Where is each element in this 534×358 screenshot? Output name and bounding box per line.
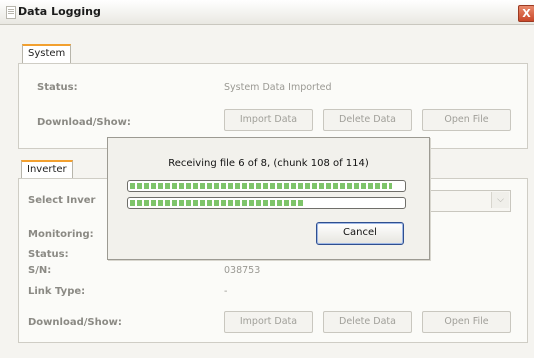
sn-value: 038753	[224, 265, 261, 276]
inverter-status-label: Status:	[28, 249, 69, 260]
data-logging-window: Data Logging X System Status: System Dat…	[0, 0, 534, 358]
system-open-file-button[interactable]: Open File	[422, 109, 511, 131]
chunk-progress-fill	[130, 200, 305, 206]
inverter-delete-data-button[interactable]: Delete Data	[323, 311, 412, 333]
progress-message: Receiving file 6 of 8, (chunk 108 of 114…	[168, 158, 369, 169]
link-type-label: Link Type:	[28, 286, 86, 297]
tab-system[interactable]: System	[22, 44, 72, 63]
inverter-import-data-button[interactable]: Import Data	[224, 311, 313, 333]
chevron-down-icon[interactable]: ⌵	[491, 192, 509, 208]
window-title: Data Logging	[18, 5, 101, 18]
chunk-progress-bar	[127, 197, 406, 209]
tab-inverter[interactable]: Inverter	[21, 160, 73, 179]
file-progress-bar	[127, 180, 406, 192]
system-import-data-button[interactable]: Import Data	[224, 109, 313, 131]
title-bar[interactable]: Data Logging X	[0, 0, 534, 25]
document-icon	[6, 6, 16, 19]
system-download-label: Download/Show:	[37, 117, 131, 128]
system-status-value: System Data Imported	[224, 82, 332, 93]
close-button[interactable]: X	[518, 5, 534, 22]
monitoring-label: Monitoring:	[28, 229, 94, 240]
file-progress-fill	[130, 183, 392, 189]
cancel-button[interactable]: Cancel	[316, 222, 404, 245]
progress-dialog: Receiving file 6 of 8, (chunk 108 of 114…	[107, 137, 430, 260]
system-status-label: Status:	[37, 82, 78, 93]
sn-label: S/N:	[28, 265, 52, 276]
link-type-value: -	[224, 286, 228, 297]
system-delete-data-button[interactable]: Delete Data	[323, 109, 412, 131]
inverter-open-file-button[interactable]: Open File	[422, 311, 511, 333]
select-inverter-label: Select Inver	[28, 195, 96, 206]
inverter-download-label: Download/Show:	[28, 317, 122, 328]
